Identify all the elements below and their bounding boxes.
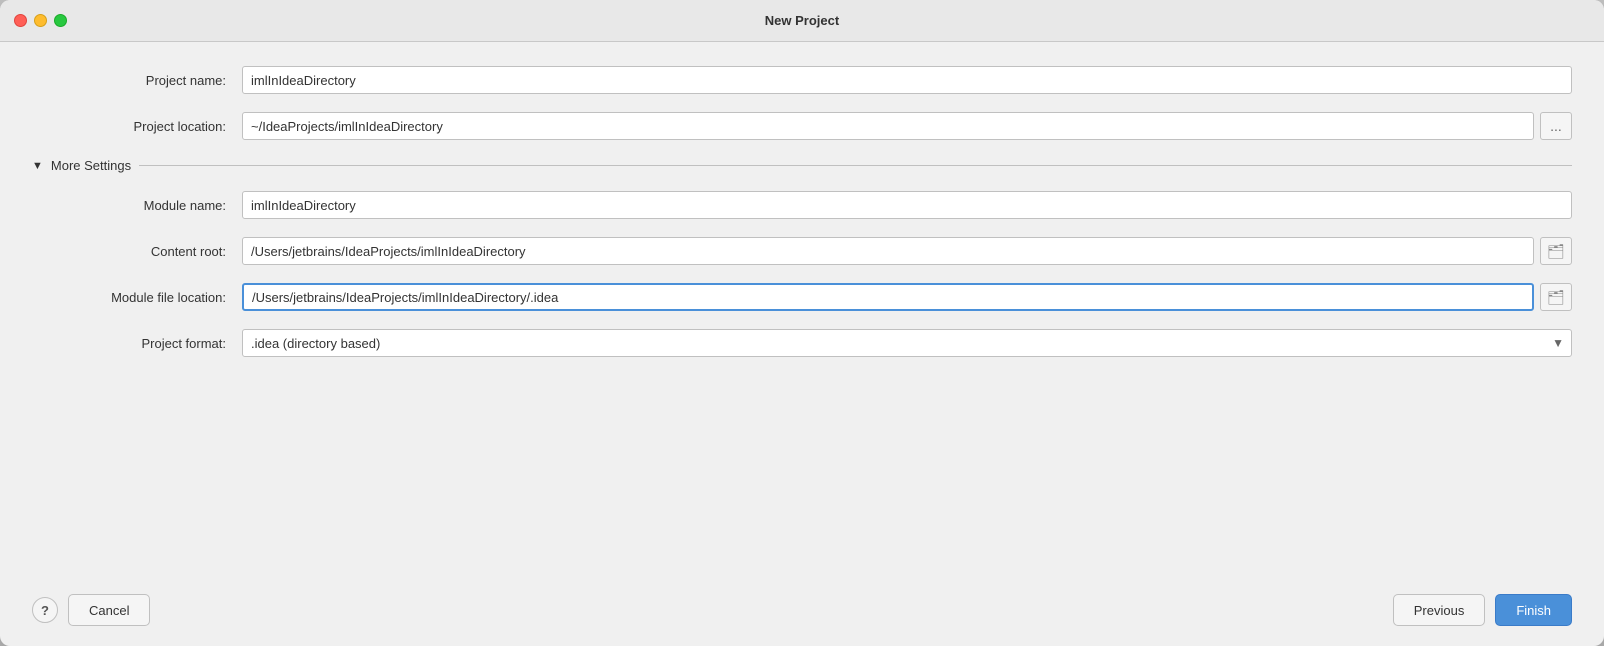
dialog-title: New Project	[765, 13, 839, 28]
module-name-input-wrapper	[242, 191, 1572, 219]
finish-button[interactable]: Finish	[1495, 594, 1572, 626]
folder-icon-2: 🗂	[1547, 289, 1565, 306]
help-button[interactable]: ?	[32, 597, 58, 623]
module-name-input[interactable]	[242, 191, 1572, 219]
project-location-input[interactable]	[242, 112, 1534, 140]
form-content: Project name: Project location: ... ▼ Mo…	[0, 42, 1604, 582]
previous-button[interactable]: Previous	[1393, 594, 1486, 626]
content-root-row: Content root: 🗂	[32, 237, 1572, 265]
minimize-button[interactable]	[34, 14, 47, 27]
dialog-footer: ? Cancel Previous Finish	[0, 582, 1604, 646]
project-format-select[interactable]: .idea (directory based) .ipr (file based…	[242, 329, 1572, 357]
project-format-select-wrapper: .idea (directory based) .ipr (file based…	[242, 329, 1572, 357]
content-root-input-wrapper: 🗂	[242, 237, 1572, 265]
project-name-input-wrapper	[242, 66, 1572, 94]
section-divider-line	[139, 165, 1572, 166]
project-format-label: Project format:	[32, 336, 242, 351]
module-file-location-row: Module file location: 🗂	[32, 283, 1572, 311]
cancel-button[interactable]: Cancel	[68, 594, 150, 626]
footer-left: ? Cancel	[32, 594, 150, 626]
module-file-location-input-wrapper: 🗂	[242, 283, 1572, 311]
close-button[interactable]	[14, 14, 27, 27]
more-settings-section: ▼ More Settings	[32, 158, 1572, 173]
content-root-label: Content root:	[32, 244, 242, 259]
module-name-label: Module name:	[32, 198, 242, 213]
project-format-row: Project format: .idea (directory based) …	[32, 329, 1572, 357]
footer-right: Previous Finish	[1393, 594, 1572, 626]
module-file-location-input[interactable]	[242, 283, 1534, 311]
traffic-lights	[14, 14, 67, 27]
title-bar: New Project	[0, 0, 1604, 42]
maximize-button[interactable]	[54, 14, 67, 27]
project-name-row: Project name:	[32, 66, 1572, 94]
folder-icon: 🗂	[1547, 243, 1565, 260]
project-location-row: Project location: ...	[32, 112, 1572, 140]
project-name-input[interactable]	[242, 66, 1572, 94]
collapse-arrow-icon[interactable]: ▼	[32, 160, 43, 172]
module-file-location-browse-button[interactable]: 🗂	[1540, 283, 1572, 311]
more-settings-label: More Settings	[51, 158, 131, 173]
content-root-input[interactable]	[242, 237, 1534, 265]
content-root-browse-button[interactable]: 🗂	[1540, 237, 1572, 265]
project-location-input-wrapper: ...	[242, 112, 1572, 140]
project-location-browse-button[interactable]: ...	[1540, 112, 1572, 140]
project-location-label: Project location:	[32, 119, 242, 134]
module-file-location-label: Module file location:	[32, 290, 242, 305]
project-name-label: Project name:	[32, 73, 242, 88]
project-format-input-wrapper: .idea (directory based) .ipr (file based…	[242, 329, 1572, 357]
module-name-row: Module name:	[32, 191, 1572, 219]
new-project-dialog: New Project Project name: Project locati…	[0, 0, 1604, 646]
